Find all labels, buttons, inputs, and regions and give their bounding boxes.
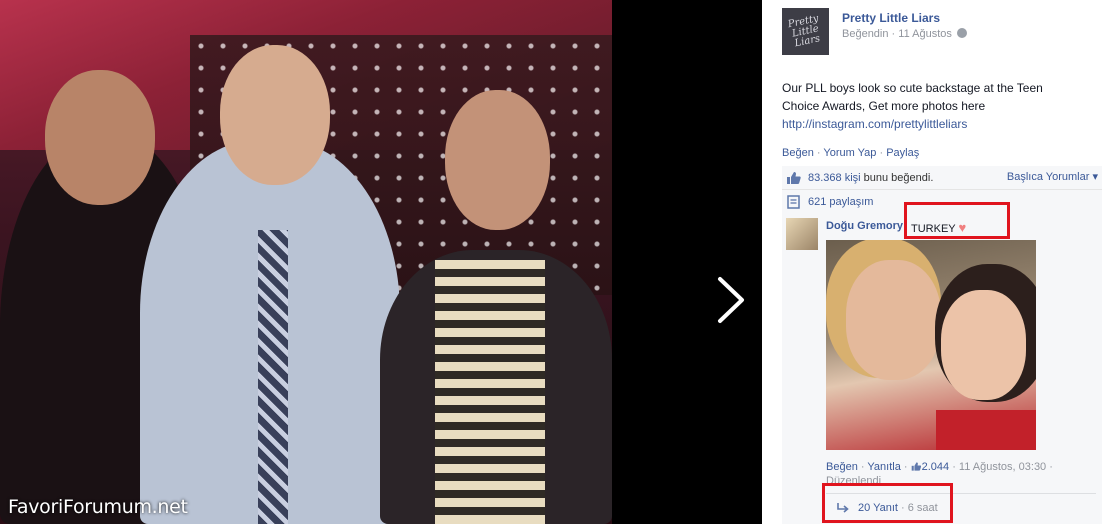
post-actions: Beğen · Yorum Yap · Paylaş bbox=[782, 147, 920, 159]
post-photo[interactable]: FavoriForumum.net bbox=[0, 0, 612, 524]
comment-button[interactable]: Yorum Yap bbox=[823, 147, 876, 159]
thumbs-up-icon bbox=[911, 462, 921, 471]
edited-label[interactable]: Düzenlendi bbox=[826, 475, 881, 483]
likes-count-link[interactable]: 83.368 kişi bbox=[808, 172, 861, 184]
comment-reply-button[interactable]: Yanıtla bbox=[867, 461, 900, 473]
highlight-box-comment bbox=[904, 202, 1010, 239]
sort-dropdown[interactable]: Başlıca Yorumlar ▾ bbox=[1007, 170, 1098, 183]
share-icon bbox=[787, 194, 800, 209]
next-photo-arrow-icon[interactable] bbox=[712, 275, 748, 325]
comment-author-link[interactable]: Doğu Gremory bbox=[826, 220, 903, 232]
comment-meta: Beğen · Yanıtla · 2.044 · 11 Ağustos, 03… bbox=[826, 461, 1053, 473]
highlight-box-replies bbox=[822, 483, 953, 523]
instagram-link[interactable]: http://instagram.com/prettylittleliars bbox=[782, 117, 967, 131]
comment-photo[interactable] bbox=[826, 240, 1036, 450]
comment-item: Doğu Gremory TURKEY ♥ Beğen · Yanıtla · … bbox=[782, 212, 1102, 524]
watermark: FavoriForumum.net bbox=[8, 496, 188, 518]
comment-like-button[interactable]: Beğen bbox=[826, 461, 858, 473]
caret-down-icon: ▾ bbox=[1092, 171, 1098, 183]
globe-icon bbox=[956, 28, 967, 38]
share-button[interactable]: Paylaş bbox=[886, 147, 919, 159]
commenter-avatar[interactable] bbox=[786, 218, 818, 250]
likes-row: 83.368 kişi bunu beğendi. Başlıca Yoruml… bbox=[782, 166, 1102, 190]
thumbs-up-icon bbox=[787, 171, 801, 184]
page-name-link[interactable]: Pretty Little Liars bbox=[842, 11, 940, 25]
comment-like-count[interactable]: 2.044 bbox=[922, 461, 950, 473]
person-right bbox=[380, 90, 612, 524]
shares-link[interactable]: 621 paylaşım bbox=[808, 196, 873, 208]
like-button[interactable]: Beğen bbox=[782, 147, 814, 159]
post-meta: Beğendin · 11 Ağustos bbox=[842, 28, 967, 40]
page-avatar[interactable]: Pretty Little Liars bbox=[782, 8, 829, 55]
photo-stage: FavoriForumum.net bbox=[0, 0, 762, 524]
post-text: Our PLL boys look so cute backstage at t… bbox=[782, 81, 1043, 131]
comment-timestamp[interactable]: 11 Ağustos, 03:30 bbox=[959, 461, 1046, 473]
person-middle bbox=[140, 45, 400, 524]
comment-pane: Pretty Little Liars Pretty Little Liars … bbox=[762, 0, 1108, 524]
